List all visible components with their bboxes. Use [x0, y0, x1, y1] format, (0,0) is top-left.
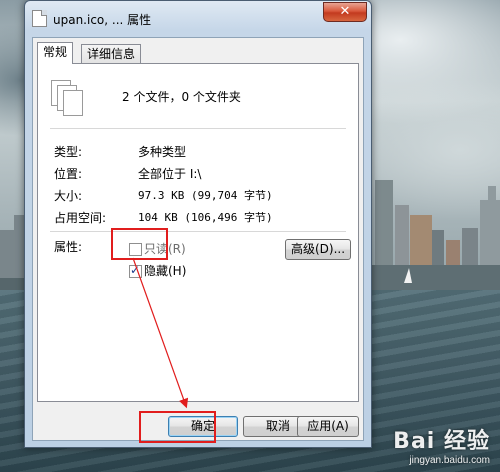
properties-dialog: upan.ico, ... 属性 ✕ 常规 详细信息 2 个文件，0 个文件夹 …: [24, 0, 372, 448]
size-on-disk-label: 占用空间:: [54, 211, 107, 225]
close-icon: ✕: [339, 4, 351, 19]
size-value: 97.3 KB (99,704 字节): [138, 189, 273, 202]
type-value: 多种类型: [138, 145, 187, 159]
advanced-button[interactable]: 高级(D)...: [285, 239, 351, 260]
readonly-checkbox[interactable]: [129, 243, 142, 256]
baidu-watermark: Bai 经验 jingyan.baidu.com: [393, 423, 490, 466]
hidden-label[interactable]: 隐藏(H): [144, 262, 186, 279]
location-label: 位置:: [54, 167, 83, 181]
type-label: 类型:: [54, 145, 83, 159]
watermark-url: jingyan.baidu.com: [409, 455, 490, 466]
divider: [50, 128, 346, 129]
size-on-disk-value: 104 KB (106,496 字节): [138, 211, 273, 224]
tab-general-label: 常规: [43, 45, 68, 59]
divider: [50, 231, 346, 232]
size-label: 大小:: [54, 189, 83, 203]
close-button[interactable]: ✕: [323, 2, 367, 22]
title-bar[interactable]: upan.ico, ... 属性 ✕: [25, 1, 371, 37]
watermark-brand: Bai 经验: [393, 429, 490, 454]
attributes-label: 属性:: [54, 240, 83, 254]
readonly-label[interactable]: 只读(R): [144, 240, 186, 257]
ok-button[interactable]: 确定: [168, 416, 238, 437]
hidden-checkbox[interactable]: [129, 263, 142, 278]
tab-details[interactable]: 详细信息: [81, 44, 142, 63]
apply-button[interactable]: 应用(A): [297, 416, 359, 437]
file-count-summary: 2 个文件，0 个文件夹: [122, 90, 241, 104]
location-value: 全部位于 I:\: [138, 167, 202, 181]
dialog-client-area: 常规 详细信息 2 个文件，0 个文件夹 类型: 多种类型 位置: 全部位于 I…: [32, 37, 364, 441]
window-title: upan.ico, ... 属性: [53, 13, 152, 27]
tab-details-label: 详细信息: [87, 47, 136, 61]
file-icon: [32, 10, 47, 27]
multiple-files-icon: [51, 80, 85, 116]
tab-general[interactable]: 常规: [37, 42, 74, 64]
general-tab-panel: 2 个文件，0 个文件夹 类型: 多种类型 位置: 全部位于 I:\ 大小: 9…: [37, 63, 359, 402]
